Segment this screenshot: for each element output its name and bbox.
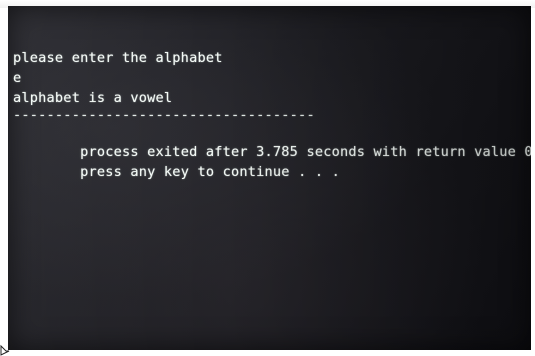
photo-frame: —— please enter the alphabet e alphabet … bbox=[0, 0, 535, 356]
continue-prompt-text: press any key to continue . . . bbox=[80, 164, 340, 180]
window-title-fragment: —— bbox=[243, 6, 264, 11]
console-line-prompt: please enter the alphabet bbox=[13, 50, 223, 66]
console-line-input: e bbox=[13, 70, 22, 86]
console-output: please enter the alphabet e alphabet is … bbox=[13, 48, 531, 180]
console-line-continue: press any key to continue . . . bbox=[13, 142, 523, 180]
console-line-exit-status: process exited after 3.785 seconds with … bbox=[13, 122, 531, 160]
terminal-screen[interactable]: —— please enter the alphabet e alphabet … bbox=[8, 6, 531, 350]
console-line-result: alphabet is a vowel bbox=[13, 90, 173, 106]
console-divider: ------------------------------------ bbox=[13, 107, 315, 123]
corner-cursor-icon bbox=[0, 344, 10, 356]
